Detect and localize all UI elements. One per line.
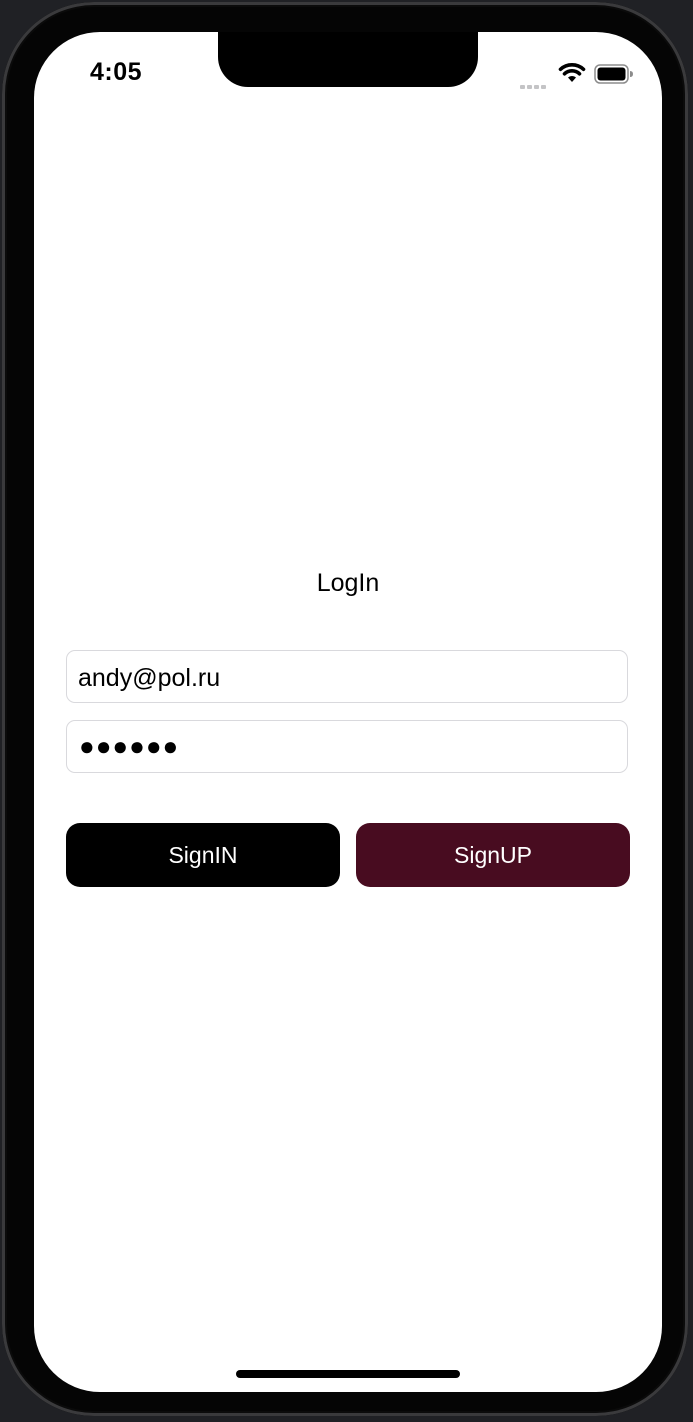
- login-title: LogIn: [316, 569, 380, 597]
- phone-frame: 4:05 LogIn andy@pol.ru ●●●●●● SignIN Sig…: [2, 2, 688, 1416]
- notch: [218, 32, 478, 87]
- email-field[interactable]: andy@pol.ru: [66, 650, 628, 703]
- email-value: andy@pol.ru: [78, 664, 221, 692]
- password-masked-value: ●●●●●●: [79, 731, 180, 761]
- signin-button[interactable]: SignIN: [66, 823, 340, 887]
- status-icons: [520, 60, 636, 89]
- phone-screen: 4:05 LogIn andy@pol.ru ●●●●●● SignIN Sig…: [34, 32, 662, 1392]
- password-field[interactable]: ●●●●●●: [66, 720, 628, 773]
- battery-icon: [594, 64, 633, 84]
- cellular-signal-icon: [520, 76, 548, 89]
- status-time: 4:05: [90, 58, 143, 86]
- wifi-icon: [558, 63, 586, 82]
- home-indicator[interactable]: [236, 1370, 460, 1378]
- signup-button[interactable]: SignUP: [356, 823, 630, 887]
